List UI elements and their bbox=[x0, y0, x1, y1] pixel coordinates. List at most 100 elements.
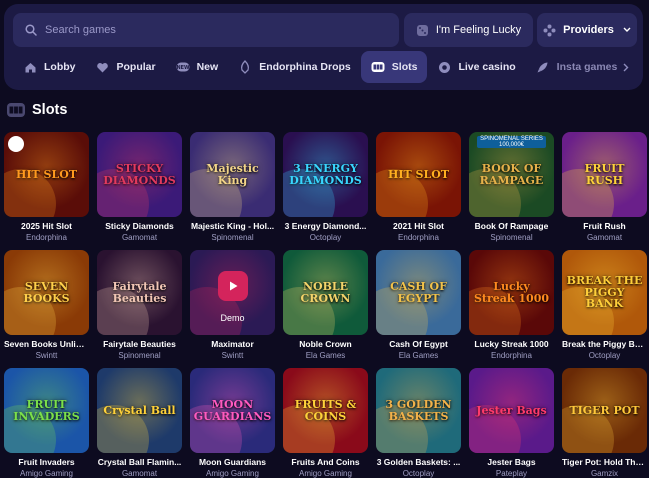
game-provider: Swintt bbox=[35, 351, 58, 360]
game-card[interactable]: MOON GUARDIANS Moon Guardians Amigo Gaming bbox=[190, 368, 275, 478]
game-title[interactable]: 2025 Hit Slot bbox=[4, 221, 89, 231]
search-input[interactable] bbox=[45, 24, 385, 36]
game-title[interactable]: Fruit Invaders bbox=[4, 457, 89, 467]
game-thumbnail[interactable]: Crystal Ball bbox=[97, 368, 182, 453]
game-thumbnail[interactable]: MOON GUARDIANS bbox=[190, 368, 275, 453]
game-card[interactable]: Jester Bags Jester Bags Pateplay bbox=[469, 368, 554, 478]
game-card[interactable]: SPINOMENAL SERIES 100,000€ BOOK OF RAMPAG… bbox=[469, 132, 554, 242]
game-thumbnail[interactable]: Fairytale Beauties bbox=[97, 250, 182, 335]
game-thumbnail[interactable]: CASH OF EGYPT bbox=[376, 250, 461, 335]
game-card[interactable]: 3 GOLDEN BASKETS 3 Golden Baskets: ... Oct… bbox=[376, 368, 461, 478]
game-thumbnail[interactable]: SEVEN BOOKS bbox=[4, 250, 89, 335]
chevron-right-icon[interactable] bbox=[615, 50, 637, 84]
game-title[interactable]: Majestic King - Hol... bbox=[190, 221, 275, 231]
svg-text:NEW: NEW bbox=[176, 65, 190, 71]
game-card[interactable]: Crystal Ball Crystal Ball Flamin... Gamoma… bbox=[97, 368, 182, 478]
game-title[interactable]: Sticky Diamonds bbox=[97, 221, 182, 231]
game-card[interactable]: Lucky Streak 1000 Lucky Streak 1000 Endorp… bbox=[469, 250, 554, 360]
game-card[interactable]: 3 ENERGY DIAMONDS 3 Energy Diamond... Octo… bbox=[283, 132, 368, 242]
game-thumbnail[interactable]: 3 GOLDEN BASKETS bbox=[376, 368, 461, 453]
tab-label: Slots bbox=[391, 61, 418, 73]
game-card[interactable]: FRUIT RUSH Fruit Rush Gamomat bbox=[562, 132, 647, 242]
game-thumbnail[interactable]: HIT SLOT bbox=[4, 132, 89, 217]
game-card[interactable]: HIT SLOT 2025 Hit Slot Endorphina bbox=[4, 132, 89, 242]
game-thumbnail[interactable]: Jester Bags bbox=[469, 368, 554, 453]
game-thumbnail[interactable]: FRUITS & COINS bbox=[283, 368, 368, 453]
game-card[interactable]: CASH OF EGYPT Cash Of Egypt Ela Games bbox=[376, 250, 461, 360]
game-card[interactable]: FRUITS & COINS Fruits And Coins Amigo Gami… bbox=[283, 368, 368, 478]
search-bar[interactable] bbox=[13, 13, 399, 47]
game-title[interactable]: Book Of Rampage bbox=[469, 221, 554, 231]
rocket-icon bbox=[536, 60, 550, 74]
feeling-lucky-button[interactable]: I'm Feeling Lucky bbox=[404, 13, 533, 47]
game-thumbnail[interactable]: HIT SLOT bbox=[376, 132, 461, 217]
game-provider: Gamomat bbox=[121, 469, 158, 478]
game-title[interactable]: Fairytale Beauties bbox=[97, 339, 182, 349]
tab-endorphina-drops[interactable]: Endorphina Drops bbox=[228, 51, 361, 83]
game-title[interactable]: Lucky Streak 1000 bbox=[469, 339, 554, 349]
tab-live-casino[interactable]: Live casino bbox=[427, 51, 525, 83]
game-provider: Swintt bbox=[221, 351, 244, 360]
game-thumbnail[interactable]: FRUIT INVADERS bbox=[4, 368, 89, 453]
providers-label: Providers bbox=[563, 24, 614, 36]
game-title[interactable]: Moon Guardians bbox=[190, 457, 275, 467]
game-title[interactable]: Cash Of Egypt bbox=[376, 339, 461, 349]
provider-badge bbox=[8, 136, 24, 152]
game-thumbnail[interactable]: BREAK THE PIGGY BANK bbox=[562, 250, 647, 335]
game-title[interactable]: Fruits And Coins bbox=[283, 457, 368, 467]
game-card[interactable]: SEVEN BOOKS Seven Books Unlim... Swintt bbox=[4, 250, 89, 360]
tab-popular[interactable]: Popular bbox=[86, 51, 166, 83]
tab-label: Lobby bbox=[44, 61, 76, 73]
game-thumbnail[interactable]: Majestic King bbox=[190, 132, 275, 217]
game-card[interactable]: STICKY DIAMONDS Sticky Diamonds Gamomat bbox=[97, 132, 182, 242]
feeling-lucky-label: I'm Feeling Lucky bbox=[435, 24, 522, 36]
game-title[interactable]: Fruit Rush bbox=[562, 221, 647, 231]
tab-label: Insta games bbox=[556, 61, 618, 73]
home-icon bbox=[23, 60, 37, 74]
game-provider: Ela Games bbox=[305, 351, 346, 360]
game-thumbnail[interactable]: 3 ENERGY DIAMONDS bbox=[283, 132, 368, 217]
game-card[interactable]: TIGER POT Tiger Pot: Hold The... Gamzix bbox=[562, 368, 647, 478]
game-title[interactable]: 3 Energy Diamond... bbox=[283, 221, 368, 231]
slots-icon bbox=[371, 60, 385, 74]
game-title[interactable]: Crystal Ball Flamin... bbox=[97, 457, 182, 467]
game-thumbnail[interactable]: STICKY DIAMONDS bbox=[97, 132, 182, 217]
game-title[interactable]: 3 Golden Baskets: ... bbox=[376, 457, 461, 467]
game-provider: Octoplay bbox=[402, 469, 435, 478]
game-card[interactable]: Fairytale Beauties Fairytale Beauties Spin… bbox=[97, 250, 182, 360]
game-card[interactable]: FRUIT INVADERS Fruit Invaders Amigo Gaming bbox=[4, 368, 89, 478]
game-card[interactable]: Majestic King Majestic King - Hol... Spino… bbox=[190, 132, 275, 242]
game-provider: Endorphina bbox=[398, 233, 439, 242]
games-grid: HIT SLOT 2025 Hit Slot Endorphina STICKY DI… bbox=[4, 132, 647, 478]
game-thumbnail[interactable]: SPINOMENAL SERIES 100,000€ BOOK OF RAMPAG… bbox=[469, 132, 554, 217]
game-title[interactable]: 2021 Hit Slot bbox=[376, 221, 461, 231]
game-title[interactable]: Seven Books Unlim... bbox=[4, 339, 89, 349]
game-title[interactable]: Break the Piggy Bank bbox=[562, 339, 647, 349]
tab-insta-games[interactable]: Insta games bbox=[526, 51, 628, 83]
game-card[interactable]: HIT SLOT 2021 Hit Slot Endorphina bbox=[376, 132, 461, 242]
providers-dropdown[interactable]: Providers bbox=[537, 13, 637, 47]
game-thumbnail[interactable]: NOBLE CROWN bbox=[283, 250, 368, 335]
game-card[interactable]: BREAK THE PIGGY BANK Break the Piggy Bank… bbox=[562, 250, 647, 360]
tab-lobby[interactable]: Lobby bbox=[13, 51, 86, 83]
tab-new[interactable]: NEW New bbox=[166, 51, 229, 83]
game-provider: Octoplay bbox=[309, 233, 342, 242]
tab-slots[interactable]: Slots bbox=[360, 51, 428, 83]
game-card[interactable]: Demo Maximator Swintt bbox=[190, 250, 275, 360]
game-thumbnail[interactable]: TIGER POT bbox=[562, 368, 647, 453]
game-provider: Ela Games bbox=[398, 351, 439, 360]
game-thumbnail[interactable]: FRUIT RUSH bbox=[562, 132, 647, 217]
tab-label: Popular bbox=[116, 61, 156, 73]
game-thumbnail[interactable]: Demo bbox=[190, 250, 275, 335]
new-icon: NEW bbox=[176, 60, 190, 74]
game-card[interactable]: NOBLE CROWN Noble Crown Ela Games bbox=[283, 250, 368, 360]
game-provider: Spinomenal bbox=[490, 233, 533, 242]
game-title[interactable]: Noble Crown bbox=[283, 339, 368, 349]
game-thumbnail[interactable]: Lucky Streak 1000 bbox=[469, 250, 554, 335]
game-title[interactable]: Maximator bbox=[190, 339, 275, 349]
game-title[interactable]: Jester Bags bbox=[469, 457, 554, 467]
live-icon bbox=[437, 60, 451, 74]
chevron-down-icon bbox=[623, 27, 631, 33]
game-title[interactable]: Tiger Pot: Hold The... bbox=[562, 457, 647, 467]
game-provider: Endorphina bbox=[491, 351, 532, 360]
